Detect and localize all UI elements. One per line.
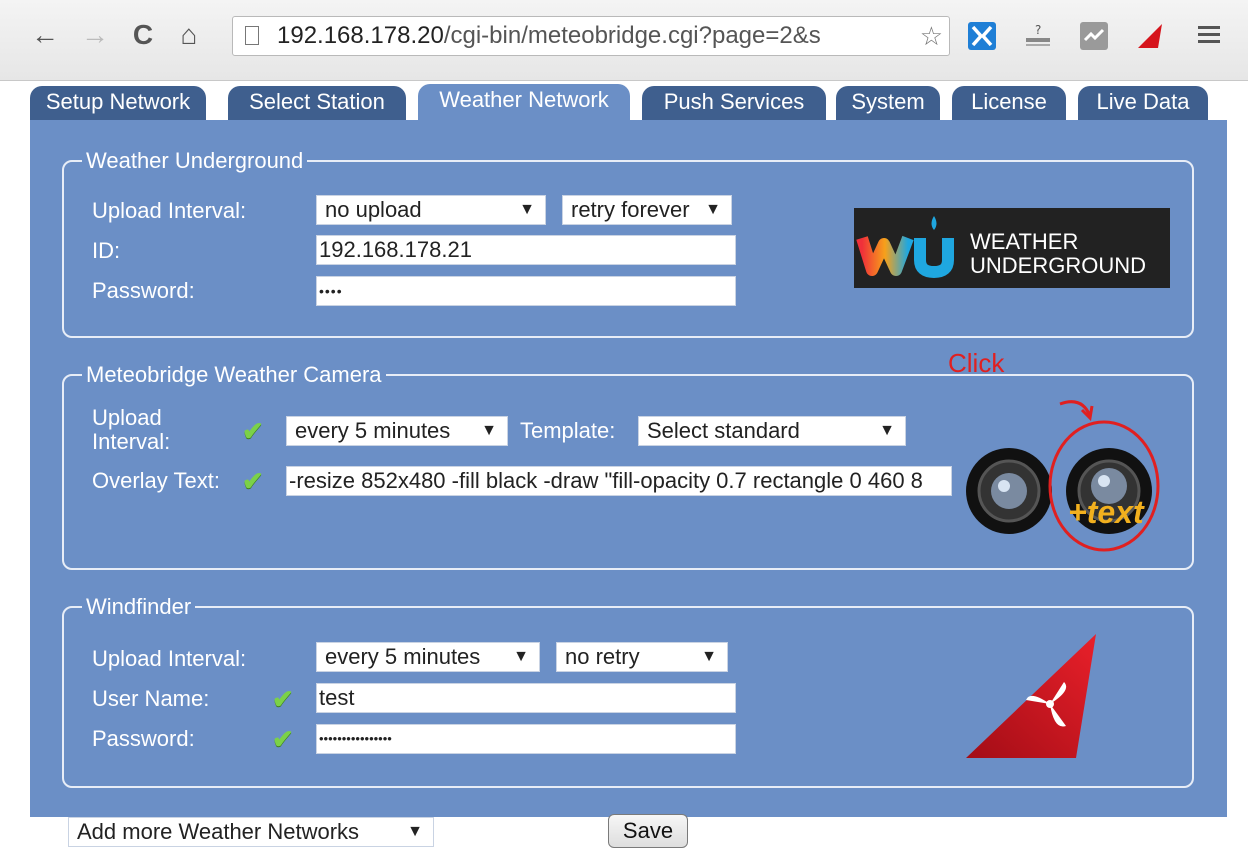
wf-user-field[interactable]: test bbox=[316, 683, 736, 713]
dropdown-arrow-icon: ▼ bbox=[519, 201, 535, 218]
dropdown-arrow-icon: ▼ bbox=[705, 201, 721, 218]
home-icon[interactable]: ⌂ bbox=[172, 20, 206, 50]
page-icon bbox=[245, 26, 259, 45]
extension-help-icon[interactable]: ? bbox=[1024, 22, 1052, 50]
menu-icon[interactable] bbox=[1198, 22, 1220, 47]
wu-id-label: ID: bbox=[92, 238, 121, 263]
wu-logo-text-1: WEATHER bbox=[970, 229, 1079, 254]
reload-icon[interactable]: C bbox=[126, 20, 160, 50]
add-networks-select[interactable]: Add more Weather Networks ▼ bbox=[68, 817, 434, 847]
dropdown-arrow-icon: ▼ bbox=[513, 648, 529, 665]
check-icon: ✔ bbox=[242, 466, 264, 496]
dropdown-arrow-icon: ▼ bbox=[407, 823, 423, 840]
wf-password-label: Password: bbox=[92, 726, 195, 751]
tab-push-services[interactable]: Push Services bbox=[642, 86, 826, 120]
tab-setup-network[interactable]: Setup Network bbox=[30, 86, 206, 120]
wu-upload-label: Upload Interval: bbox=[92, 198, 247, 223]
browser-toolbar: ← → C ⌂ 192.168.178.20/cgi-bin/meteobrid… bbox=[0, 0, 1248, 81]
tab-system[interactable]: System bbox=[836, 86, 940, 120]
url-text: 192.168.178.20/cgi-bin/meteobridge.cgi?p… bbox=[277, 22, 821, 49]
wu-password-field[interactable]: •••• bbox=[316, 276, 736, 306]
dropdown-arrow-icon: ▼ bbox=[701, 648, 717, 665]
cam-template-label: Template: bbox=[520, 418, 616, 443]
weather-network-panel: Weather Underground Upload Interval: no … bbox=[30, 120, 1227, 848]
wunderground-logo: WEATHER UNDERGROUND bbox=[854, 208, 1170, 288]
tab-bar: Setup Network Select Station Weather Net… bbox=[30, 80, 1227, 120]
tab-live-data[interactable]: Live Data bbox=[1078, 86, 1208, 120]
forward-icon[interactable]: → bbox=[78, 20, 112, 50]
windfinder-logo-icon bbox=[966, 634, 1096, 758]
extension-x-icon[interactable] bbox=[968, 22, 996, 50]
wf-retry-select[interactable]: no retry ▼ bbox=[556, 642, 728, 672]
wu-password-label: Password: bbox=[92, 278, 195, 303]
cam-upload-label: Upload Interval: bbox=[92, 405, 171, 454]
address-bar[interactable]: 192.168.178.20/cgi-bin/meteobridge.cgi?p… bbox=[232, 16, 950, 56]
annotation-circle bbox=[1048, 400, 1160, 552]
extension-red-icon[interactable] bbox=[1136, 22, 1164, 50]
wu-logo-icon bbox=[856, 216, 954, 279]
windfinder-legend: Windfinder bbox=[86, 594, 192, 619]
extension-chart-icon[interactable] bbox=[1080, 22, 1108, 50]
wf-user-label: User Name: bbox=[92, 686, 210, 711]
dropdown-arrow-icon: ▼ bbox=[481, 422, 497, 439]
cam-template-select[interactable]: Select standard ▼ bbox=[638, 416, 906, 446]
camera-legend: Meteobridge Weather Camera bbox=[86, 362, 382, 387]
wunderground-legend: Weather Underground bbox=[86, 148, 304, 173]
wu-logo-text-2: UNDERGROUND bbox=[970, 253, 1146, 278]
wf-password-field[interactable]: •••••••••••••••• bbox=[316, 724, 736, 754]
svg-text:?: ? bbox=[1035, 23, 1041, 37]
dropdown-arrow-icon: ▼ bbox=[879, 422, 895, 439]
save-button[interactable]: Save bbox=[608, 814, 688, 848]
wu-retry-select[interactable]: retry forever ▼ bbox=[562, 195, 732, 225]
click-annotation: Click bbox=[948, 348, 1005, 378]
check-icon: ✔ bbox=[272, 684, 294, 714]
wf-upload-label: Upload Interval: bbox=[92, 646, 247, 671]
meteobridge-app: Setup Network Select Station Weather Net… bbox=[30, 80, 1227, 848]
wu-id-field[interactable]: 192.168.178.21 bbox=[316, 235, 736, 265]
tab-license[interactable]: License bbox=[952, 86, 1066, 120]
check-icon: ✔ bbox=[242, 416, 264, 446]
tab-weather-network[interactable]: Weather Network bbox=[418, 84, 630, 120]
wf-upload-interval-select[interactable]: every 5 minutes ▼ bbox=[316, 642, 540, 672]
check-icon: ✔ bbox=[272, 724, 294, 754]
cam-overlay-field[interactable]: -resize 852x480 -fill black -draw "fill-… bbox=[286, 466, 952, 496]
tab-select-station[interactable]: Select Station bbox=[228, 86, 406, 120]
bookmark-star-icon[interactable]: ☆ bbox=[920, 21, 943, 52]
wu-upload-interval-select[interactable]: no upload ▼ bbox=[316, 195, 546, 225]
cam-overlay-label: Overlay Text: bbox=[92, 468, 220, 493]
back-icon[interactable]: ← bbox=[28, 20, 62, 50]
cam-upload-interval-select[interactable]: every 5 minutes ▼ bbox=[286, 416, 508, 446]
